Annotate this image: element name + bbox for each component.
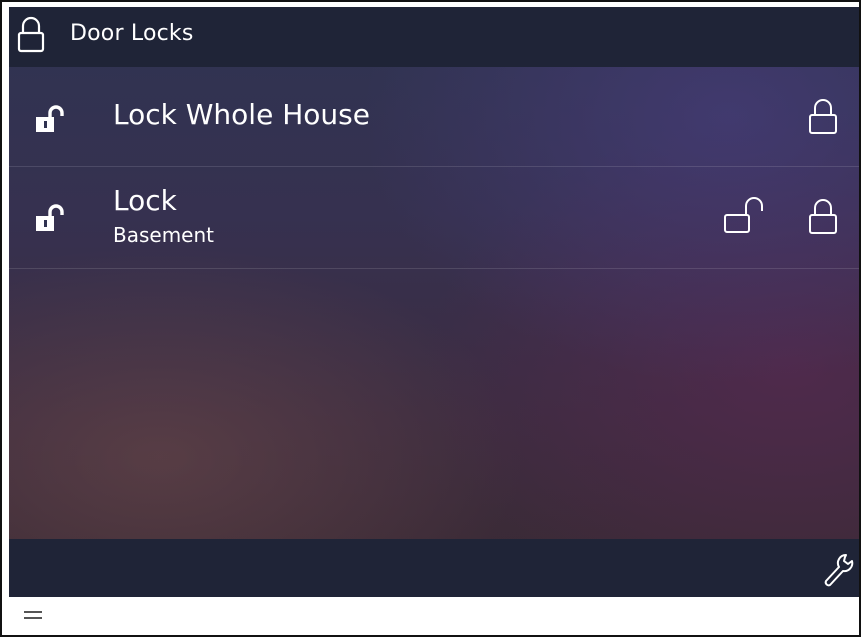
padlock-icon bbox=[17, 15, 45, 55]
unlock-basement-button[interactable] bbox=[722, 193, 766, 237]
unlock-icon bbox=[724, 197, 763, 233]
lock-row-location: Basement bbox=[113, 223, 215, 247]
lock-row-title: Lock Whole House bbox=[113, 98, 370, 131]
lock-basement-button[interactable] bbox=[807, 195, 839, 237]
page-title: Door Locks bbox=[70, 21, 194, 46]
bottom-bar bbox=[2, 599, 859, 635]
hamburger-menu-icon[interactable] bbox=[24, 610, 42, 620]
unlocked-padlock-icon bbox=[33, 202, 69, 238]
lock-row-whole-house: Lock Whole House bbox=[9, 67, 859, 167]
row-divider bbox=[9, 268, 859, 269]
lock-icon bbox=[809, 199, 837, 234]
unlocked-padlock-icon bbox=[33, 103, 69, 139]
lock-row-basement: Lock Basement bbox=[9, 167, 859, 269]
footer-bar bbox=[9, 539, 859, 597]
door-locks-screen: Door Locks Lock Whole House Lock Basemen… bbox=[9, 7, 859, 597]
settings-button[interactable] bbox=[821, 551, 855, 591]
lock-row-title: Lock bbox=[113, 184, 177, 217]
wrench-icon bbox=[824, 553, 854, 587]
lock-whole-house-button[interactable] bbox=[807, 97, 839, 137]
lock-icon bbox=[809, 99, 837, 134]
header-bar: Door Locks bbox=[9, 7, 859, 67]
app-frame: Door Locks Lock Whole House Lock Basemen… bbox=[0, 0, 861, 637]
